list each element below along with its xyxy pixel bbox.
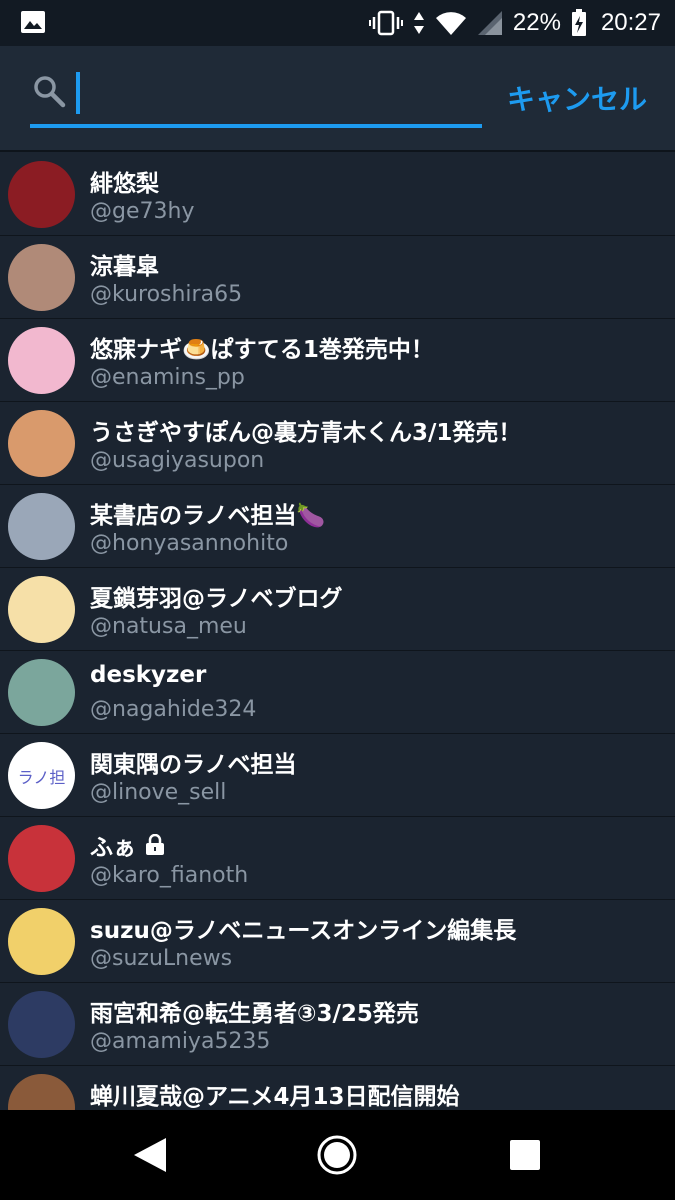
user-handle: @linove_sell: [90, 780, 227, 805]
avatar[interactable]: [8, 161, 75, 228]
clock: 20:27: [600, 9, 661, 36]
display-name-text: 涼暮皐: [90, 254, 159, 280]
signal-icon: [477, 11, 502, 35]
display-name: 夏鎖芽羽@ラノベブログ: [90, 579, 343, 613]
user-handle: @amamiya5235: [90, 1029, 271, 1054]
avatar[interactable]: [8, 825, 75, 892]
display-name-text: 夏鎖芽羽@ラノベブログ: [90, 586, 343, 612]
search-field[interactable]: [30, 66, 482, 128]
text-cursor: [76, 72, 80, 114]
wifi-icon: [435, 12, 466, 36]
display-name: ふぁ: [90, 828, 166, 862]
avatar[interactable]: ラノ担: [8, 742, 75, 809]
display-name-text: 関東隅のラノベ担当: [90, 752, 297, 778]
avatar[interactable]: [8, 908, 75, 975]
list-item[interactable]: ふぁ @karo_fianoth: [0, 817, 675, 900]
display-name: うさぎやすぽん@裏方青木くん3/1発売！: [90, 413, 521, 447]
user-handle: @usagiyasupon: [90, 448, 265, 473]
gallery-icon: [21, 11, 45, 33]
display-name: 関東隅のラノベ担当: [90, 745, 297, 779]
display-name: 某書店のラノベ担当🍆: [90, 496, 325, 530]
user-handle: @enamins_pp: [90, 365, 245, 390]
display-name-text: deskyzer: [90, 662, 207, 688]
display-name-text: 雨宮和希@転生勇者③3/25発売: [90, 1001, 419, 1027]
display-name: suzu@ラノベニュースオンライン編集長: [90, 911, 516, 945]
user-handle: @honyasannohito: [90, 531, 289, 556]
display-name-text: 緋悠梨: [90, 171, 159, 197]
avatar[interactable]: [8, 1074, 75, 1110]
list-item[interactable]: 緋悠梨 @ge73hy: [0, 153, 675, 236]
avatar-label: ラノ担: [17, 767, 66, 787]
display-name-text: うさぎやすぽん@裏方青木くん3/1発売！: [90, 420, 522, 446]
list-item[interactable]: deskyzer @nagahide324: [0, 651, 675, 734]
avatar[interactable]: [8, 659, 75, 726]
avatar[interactable]: [8, 410, 75, 477]
battery-charging-icon: [571, 9, 586, 36]
battery-percent: 22%: [512, 9, 561, 36]
data-arrows-icon: [413, 12, 424, 34]
user-handle: @natusa_meu: [90, 614, 247, 639]
display-name: deskyzer: [90, 662, 206, 688]
list-item[interactable]: 涼暮皐 @kuroshira65: [0, 236, 675, 319]
search-icon: [34, 76, 66, 108]
avatar[interactable]: [8, 576, 75, 643]
list-item[interactable]: ラノ担 関東隅のラノベ担当 @linove_sell: [0, 734, 675, 817]
display-name: 雨宮和希@転生勇者③3/25発売: [90, 994, 419, 1028]
avatar[interactable]: [8, 493, 75, 560]
user-handle: @nagahide324: [90, 697, 257, 722]
search-header: キャンセル: [0, 46, 675, 152]
user-handle: @suzuLnews: [90, 946, 233, 971]
display-name: 悠寐ナギ🍮ぱすてる1巻発売中！: [90, 330, 434, 364]
lock-icon: [146, 834, 164, 855]
vibrate-icon: [368, 10, 403, 36]
list-item[interactable]: 某書店のラノベ担当🍆 @honyasannohito: [0, 485, 675, 568]
list-item[interactable]: 蝉川夏哉@アニメ4月13日配信開始: [0, 1066, 675, 1110]
display-name-text: 某書店のラノベ担当🍆: [90, 503, 326, 529]
user-handle: @ge73hy: [90, 199, 195, 224]
cancel-button[interactable]: キャンセル: [507, 78, 647, 118]
search-input[interactable]: [76, 72, 466, 120]
display-name: 緋悠梨: [90, 164, 159, 198]
avatar[interactable]: [8, 327, 75, 394]
display-name-text: suzu@ラノベニュースオンライン編集長: [90, 918, 517, 944]
list-item[interactable]: suzu@ラノベニュースオンライン編集長 @suzuLnews: [0, 900, 675, 983]
user-handle: @karo_fianoth: [90, 863, 249, 888]
status-bar: 22% 20:27: [0, 0, 675, 46]
avatar[interactable]: [8, 991, 75, 1058]
search-results-list[interactable]: 緋悠梨 @ge73hy 涼暮皐 @kuroshira65 悠寐ナギ🍮ぱすてる1巻発売中！…: [0, 153, 675, 1110]
avatar[interactable]: [8, 244, 75, 311]
display-name: 涼暮皐: [90, 247, 159, 281]
back-icon[interactable]: [132, 1136, 168, 1174]
display-name-text: ふぁ: [90, 835, 136, 861]
list-item[interactable]: 夏鎖芽羽@ラノベブログ @natusa_meu: [0, 568, 675, 651]
display-name: 蝉川夏哉@アニメ4月13日配信開始: [90, 1077, 460, 1110]
recent-apps-icon[interactable]: [510, 1140, 540, 1170]
display-name-text: 蝉川夏哉@アニメ4月13日配信開始: [90, 1084, 460, 1110]
navigation-bar: [0, 1110, 675, 1200]
list-item[interactable]: うさぎやすぽん@裏方青木くん3/1発売！ @usagiyasupon: [0, 402, 675, 485]
user-handle: @kuroshira65: [90, 282, 243, 307]
list-item[interactable]: 雨宮和希@転生勇者③3/25発売 @amamiya5235: [0, 983, 675, 1066]
list-item[interactable]: 悠寐ナギ🍮ぱすてる1巻発売中！ @enamins_pp: [0, 319, 675, 402]
home-icon[interactable]: [316, 1134, 358, 1176]
display-name-text: 悠寐ナギ🍮ぱすてる1巻発売中！: [90, 337, 434, 363]
